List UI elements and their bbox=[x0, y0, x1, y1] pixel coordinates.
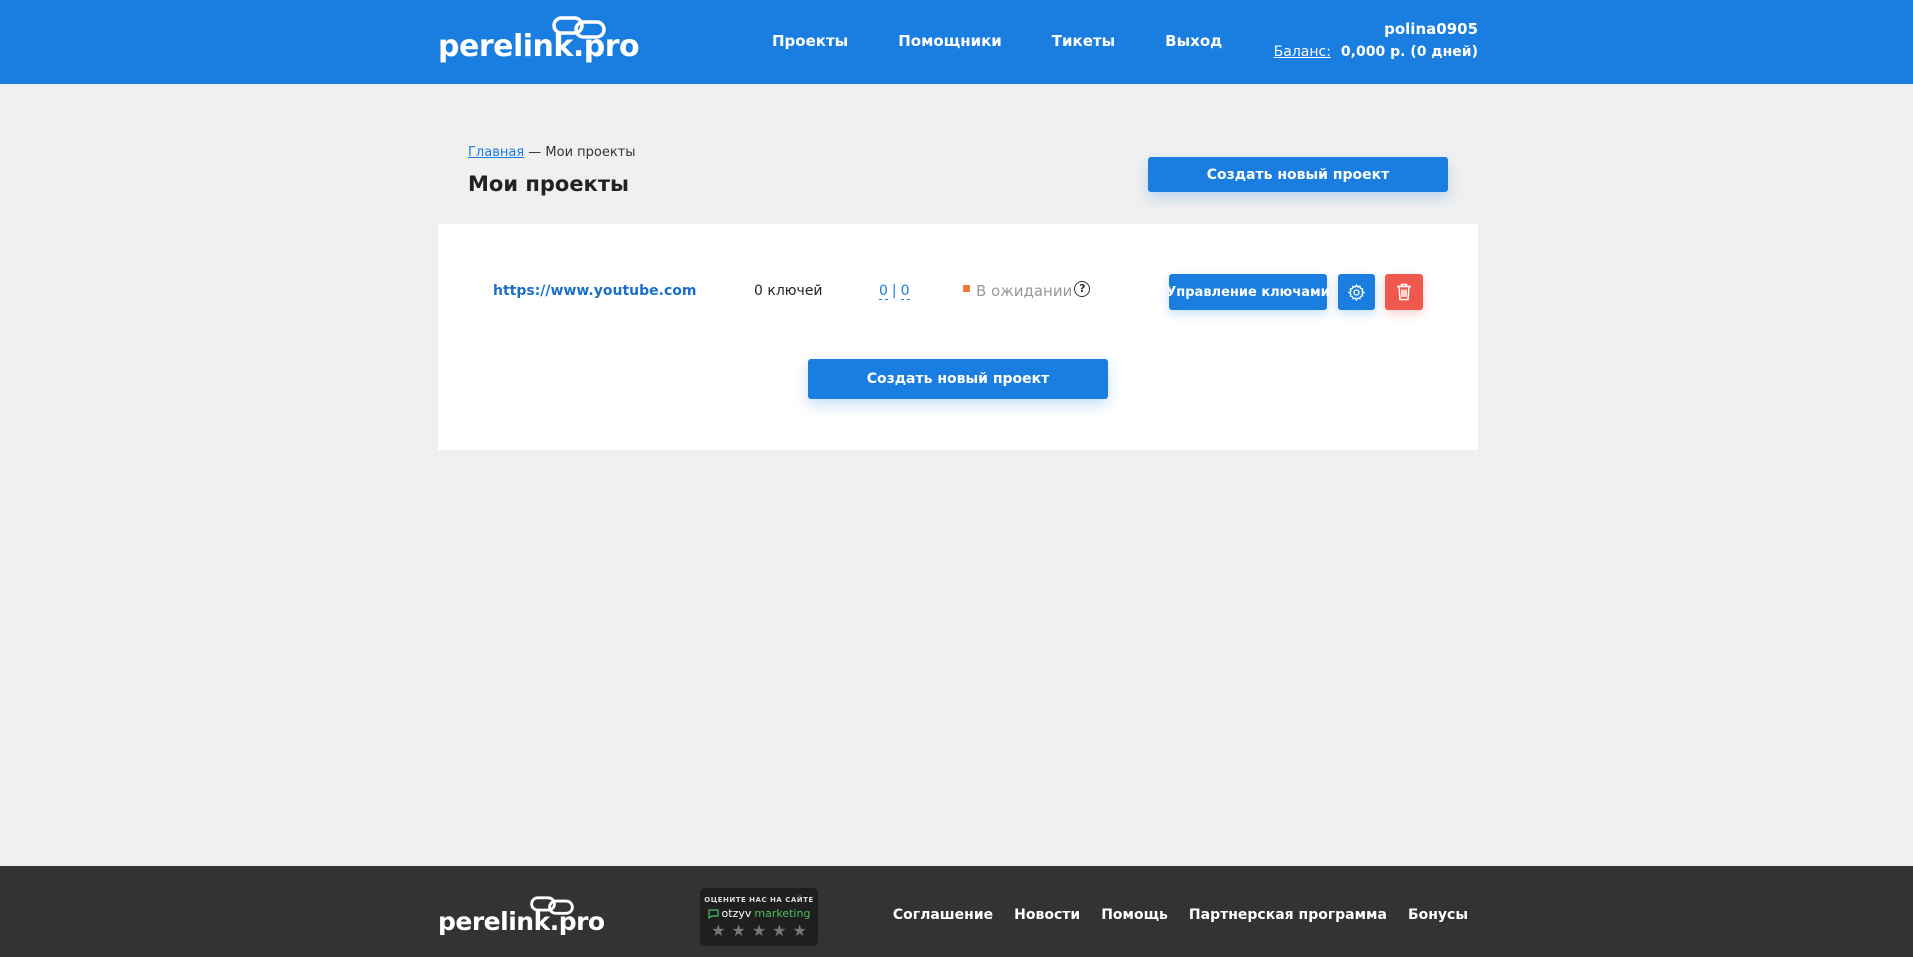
breadcrumb-current: Мои проекты bbox=[545, 145, 636, 160]
gear-icon bbox=[1347, 283, 1366, 301]
logo-text: perelink.pro bbox=[438, 29, 640, 64]
balance-link[interactable]: Баланс: bbox=[1274, 44, 1331, 60]
delete-button[interactable] bbox=[1385, 274, 1423, 310]
username: polina0905 bbox=[1384, 20, 1478, 38]
balance: Баланс: 0,000 р. (0 дней) bbox=[1274, 44, 1478, 60]
footer-logo[interactable]: perelink.pro bbox=[438, 896, 605, 936]
count-separator: | bbox=[891, 283, 897, 299]
chat-icon bbox=[707, 908, 719, 919]
rating-brand-a: otzyv bbox=[721, 907, 752, 920]
rating-widget[interactable]: ОЦЕНИТЕ НАС НА САЙТЕ otzyv marketing ★★★★… bbox=[700, 888, 818, 946]
project-url[interactable]: https://www.youtube.com bbox=[493, 283, 696, 299]
star-icon[interactable]: ★★★★★ bbox=[706, 921, 818, 940]
status-text: В ожидании bbox=[976, 282, 1073, 300]
trash-icon bbox=[1397, 283, 1411, 301]
user-panel: polina0905 Баланс: 0,000 р. (0 дней) bbox=[1274, 20, 1478, 60]
footer-nav-help[interactable]: Помощь bbox=[1101, 907, 1168, 923]
settings-button[interactable] bbox=[1338, 274, 1375, 310]
footer-nav-bonuses[interactable]: Бонусы bbox=[1408, 907, 1468, 923]
header: perelink.pro Проекты Помощники Тикеты Вы… bbox=[0, 0, 1913, 84]
create-project-button-top[interactable]: Создать новый проект bbox=[1148, 157, 1448, 192]
manage-keys-button[interactable]: Управление ключами bbox=[1166, 274, 1330, 310]
help-icon[interactable]: ? bbox=[1074, 280, 1091, 297]
nav-logout[interactable]: Выход bbox=[1165, 32, 1222, 50]
footer-nav-partner[interactable]: Партнерская программа bbox=[1189, 907, 1387, 923]
count-a[interactable]: 0 bbox=[879, 283, 888, 300]
balance-value: 0,000 р. (0 дней) bbox=[1340, 44, 1478, 60]
chain-link-icon bbox=[530, 896, 574, 915]
project-keys-count: 0 ключей bbox=[754, 283, 823, 299]
projects-card: https://www.youtube.com 0 ключей 0 | 0 В о… bbox=[438, 224, 1478, 450]
status-dot bbox=[963, 284, 970, 292]
footer-nav: Соглашение Новости Помощь Партнерская пр… bbox=[893, 907, 1468, 923]
count-b[interactable]: 0 bbox=[900, 283, 910, 300]
logo[interactable]: perelink.pro bbox=[438, 16, 640, 64]
rating-caption: ОЦЕНИТЕ НАС НА САЙТЕ bbox=[704, 896, 814, 904]
project-row: https://www.youtube.com 0 ключей 0 | 0 В о… bbox=[438, 274, 1478, 310]
breadcrumb: Главная — Мои проекты bbox=[468, 145, 636, 160]
project-status: В ожидании ? bbox=[963, 280, 1091, 300]
nav-tickets[interactable]: Тикеты bbox=[1052, 32, 1115, 50]
project-counts: 0 | 0 bbox=[879, 283, 910, 300]
create-project-button[interactable]: Создать новый проект bbox=[808, 359, 1108, 399]
page-title: Мои проекты bbox=[468, 172, 629, 196]
footer-nav-news[interactable]: Новости bbox=[1014, 907, 1080, 923]
nav-projects[interactable]: Проекты bbox=[772, 32, 848, 50]
footer-logo-text: perelink.pro bbox=[438, 907, 605, 936]
breadcrumb-separator: — bbox=[524, 145, 546, 160]
main-nav: Проекты Помощники Тикеты Выход bbox=[772, 32, 1272, 50]
rating-brand-b: marketing bbox=[754, 907, 811, 920]
rating-brand: otzyv marketing bbox=[700, 907, 818, 920]
footer-nav-agreement[interactable]: Соглашение bbox=[893, 907, 993, 923]
chain-link-icon bbox=[552, 16, 606, 39]
footer: perelink.pro ОЦЕНИТЕ НАС НА САЙТЕ otzyv m… bbox=[0, 866, 1913, 957]
nav-helpers[interactable]: Помощники bbox=[898, 32, 1002, 50]
breadcrumb-home[interactable]: Главная bbox=[468, 145, 524, 160]
